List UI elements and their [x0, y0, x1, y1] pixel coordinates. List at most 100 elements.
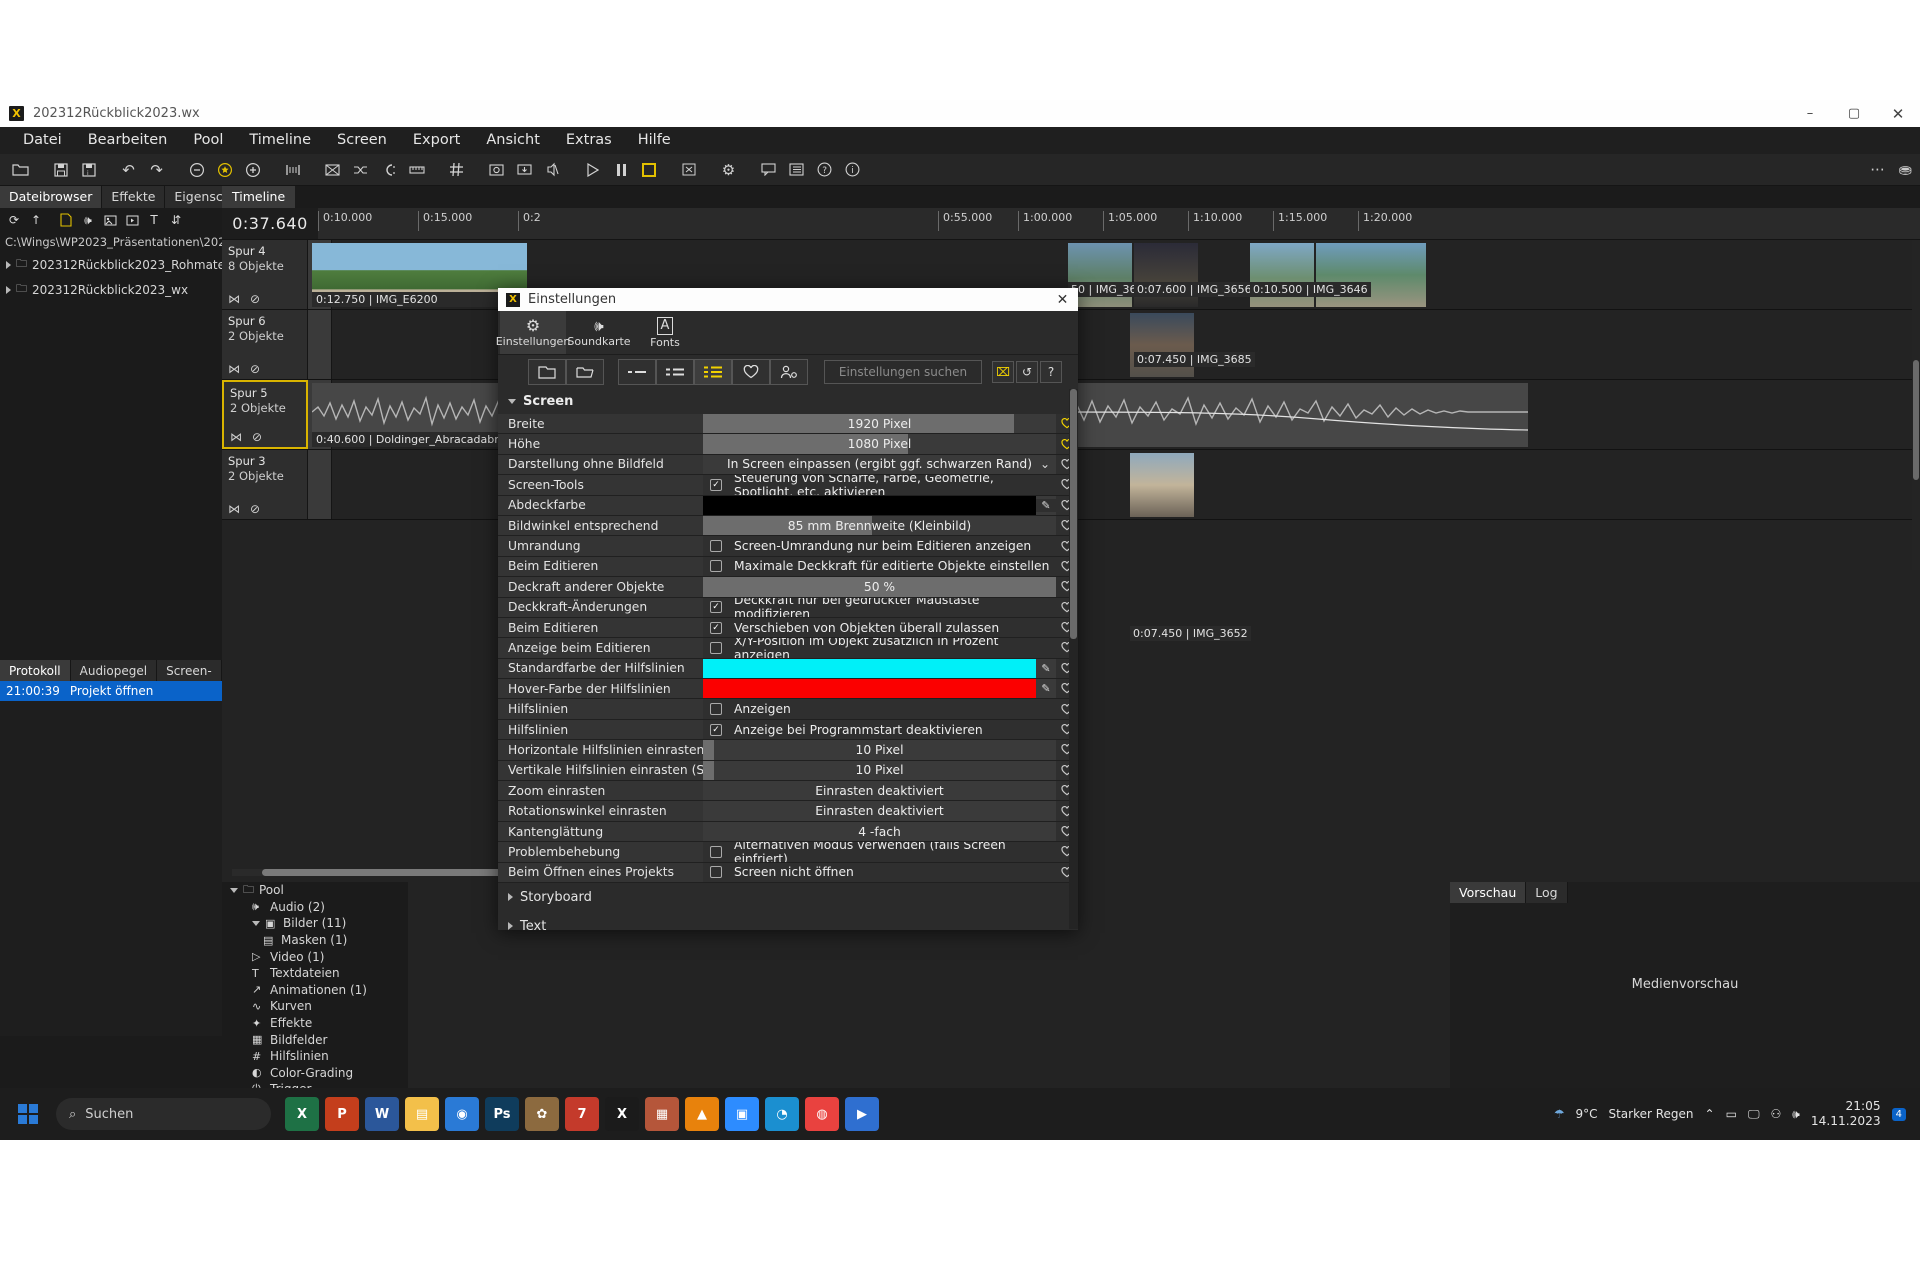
- close-screen-icon[interactable]: [676, 157, 701, 182]
- pool-item[interactable]: ◐ Color-Grading: [222, 1065, 408, 1082]
- search-input[interactable]: Einstellungen suchen: [824, 360, 982, 384]
- stop-icon[interactable]: [636, 157, 661, 182]
- setting-row[interactable]: Beim Editieren Maximale Deckkraft für edi…: [498, 556, 1078, 578]
- track-header[interactable]: Spur 3 2 Objekte ⋈ ⊘: [222, 450, 308, 519]
- menu-item-bearbeiten[interactable]: Bearbeiten: [75, 127, 181, 154]
- taskbar-app-gimp[interactable]: ✿: [525, 1097, 559, 1131]
- open-folder-icon[interactable]: [8, 157, 33, 182]
- maximize-button[interactable]: ▢: [1832, 100, 1876, 127]
- eyedropper-icon[interactable]: ✎: [1036, 498, 1056, 512]
- crossfade-icon[interactable]: [320, 157, 345, 182]
- setting-row[interactable]: Darstellung ohne Bildfeld In Screen einpa…: [498, 454, 1078, 476]
- view-medium-icon[interactable]: [656, 359, 694, 385]
- taskbar-app-vlc[interactable]: ▲: [685, 1097, 719, 1131]
- user-account-icon[interactable]: ⛂: [1899, 160, 1912, 179]
- pool-item[interactable]: ▤ Masken (1): [222, 932, 408, 949]
- setting-row[interactable]: Standardfarbe der Hilfslinien ✎: [498, 658, 1078, 680]
- menu-item-screen[interactable]: Screen: [324, 127, 400, 154]
- zoom-fit-star-icon[interactable]: [212, 157, 237, 182]
- menu-item-ansicht[interactable]: Ansicht: [473, 127, 553, 154]
- timeline-ruler[interactable]: 0:10.000 0:15.000 0:2 0:55.000 1:00.000 1:05.…: [318, 208, 1920, 239]
- checkbox-unchecked[interactable]: [710, 845, 722, 858]
- tab-protokoll[interactable]: Protokoll: [0, 660, 71, 681]
- tray-network-icon[interactable]: ⚇: [1771, 1107, 1782, 1121]
- color-swatch[interactable]: [703, 679, 1036, 699]
- checkbox-checked[interactable]: ✓: [710, 478, 722, 491]
- chevron-down-icon[interactable]: [508, 399, 516, 404]
- taskbar-app-sevenzip[interactable]: 7: [565, 1097, 599, 1131]
- color-swatch[interactable]: [703, 658, 1036, 679]
- setting-value[interactable]: Anzeigen: [703, 699, 1056, 719]
- setting-row[interactable]: Hilfslinien Anzeigen: [498, 699, 1078, 720]
- pool-item[interactable]: # Hilfslinien: [222, 1048, 408, 1065]
- pool-item[interactable]: ▣ Bilder (11): [222, 915, 408, 932]
- tab-audiopegel[interactable]: Audiopegel: [70, 660, 158, 681]
- setting-value[interactable]: Alternativen Modus verwenden (falls Scre…: [703, 842, 1056, 862]
- text-filter-icon[interactable]: T: [144, 210, 164, 230]
- media-clip[interactable]: [1130, 313, 1194, 377]
- media-clip[interactable]: [1250, 243, 1314, 307]
- menu-item-hilfe[interactable]: Hilfe: [625, 127, 684, 154]
- setting-row[interactable]: Umrandung Screen-Umrandung nur beim Editi…: [498, 536, 1078, 557]
- setting-value[interactable]: 10 Pixel: [703, 740, 1056, 760]
- section-header-storyboard[interactable]: Storyboard: [498, 883, 1078, 912]
- setting-value[interactable]: 1080 Pixel: [703, 434, 1056, 454]
- setting-row[interactable]: Screen-Tools ✓ Steuerung von Schärfe, Farb…: [498, 475, 1078, 496]
- tab-screen-tools[interactable]: Screen-Tools: [157, 660, 222, 700]
- setting-value[interactable]: Maximale Deckkraft für editierte Objekte…: [703, 556, 1056, 577]
- tray-device-icon[interactable]: ▭: [1726, 1107, 1737, 1121]
- chevron-down-icon[interactable]: [230, 887, 238, 893]
- eyedropper-icon[interactable]: ✎: [1036, 661, 1056, 675]
- dialog-close-button[interactable]: ✕: [1053, 290, 1072, 309]
- taskbar-app-powerpoint[interactable]: P: [325, 1097, 359, 1131]
- setting-value[interactable]: ✎: [703, 495, 1056, 515]
- refresh-icon[interactable]: ⟳: [4, 210, 24, 230]
- track-mute-icon[interactable]: ⊘: [250, 502, 260, 516]
- pool-item[interactable]: ▷ Video (1): [222, 948, 408, 965]
- undo-icon[interactable]: ↶: [116, 157, 141, 182]
- media-clip[interactable]: [1134, 243, 1198, 307]
- taskbar-app-explorer[interactable]: ▤: [405, 1097, 439, 1131]
- checkbox-checked[interactable]: ✓: [710, 601, 722, 614]
- track-loop-icon[interactable]: ⋈: [228, 362, 240, 376]
- pool-root[interactable]: 🗀 Pool: [222, 882, 408, 899]
- setting-row[interactable]: Abdeckfarbe ✎: [498, 495, 1078, 516]
- menu-item-pool[interactable]: Pool: [180, 127, 236, 154]
- checkbox-unchecked[interactable]: [710, 540, 722, 553]
- view-compact-icon[interactable]: [618, 359, 656, 385]
- menu-item-export[interactable]: Export: [400, 127, 473, 154]
- help-icon[interactable]: ?: [1040, 361, 1062, 383]
- tab-einstellungen[interactable]: ⚙ Einstellungen: [496, 311, 570, 354]
- media-clip[interactable]: 0:12.750 | IMG_E6200: [312, 243, 527, 307]
- tab-vorschau[interactable]: Vorschau: [1450, 882, 1527, 903]
- tab-log[interactable]: Log: [1526, 882, 1568, 903]
- tab-fonts[interactable]: A Fonts: [632, 311, 698, 354]
- setting-value[interactable]: Screen-Umrandung nur beim Editieren anze…: [703, 536, 1056, 556]
- eyedropper-icon[interactable]: ✎: [1036, 682, 1056, 696]
- setting-row[interactable]: Beim Öffnen eines Projekts Screen nicht ö…: [498, 862, 1078, 883]
- setting-value[interactable]: In Screen einpassen (ergibt ggf. schwarz…: [703, 454, 1056, 475]
- track-mute-icon[interactable]: ⊘: [250, 292, 260, 306]
- setting-row[interactable]: Zoom einrasten Einrasten deaktiviert: [498, 781, 1078, 802]
- tree-item[interactable]: 🗀 202312Rückblick2023_Rohmaterial: [0, 252, 244, 277]
- setting-row[interactable]: Vertikale Hilfslinien einrasten (Shift) 1…: [498, 760, 1078, 782]
- chevron-right-icon[interactable]: [6, 285, 11, 294]
- monitor-icon[interactable]: [512, 157, 537, 182]
- setting-value[interactable]: ✓ Anzeige bei Programmstart deaktivieren: [703, 719, 1056, 740]
- taskbar-app-photoshop[interactable]: Ps: [485, 1097, 519, 1131]
- chevron-down-icon[interactable]: [252, 920, 260, 926]
- new-file-icon[interactable]: [56, 210, 76, 230]
- reset-icon[interactable]: ⌧: [992, 361, 1014, 383]
- setting-row[interactable]: Kantenglättung 4 -fach: [498, 821, 1078, 843]
- taskbar-app-zoom[interactable]: ▣: [725, 1097, 759, 1131]
- comment-icon[interactable]: [756, 157, 781, 182]
- setting-value[interactable]: Einrasten deaktiviert: [703, 801, 1056, 821]
- chevron-right-icon[interactable]: [508, 893, 513, 902]
- setting-value[interactable]: 85 mm Brennweite (Kleinbild): [703, 515, 1056, 536]
- color-swatch[interactable]: [703, 495, 1036, 515]
- setting-row[interactable]: Anzeige beim Editieren X/Y-Position im Ob…: [498, 638, 1078, 659]
- user-settings-icon[interactable]: [770, 359, 808, 385]
- tray-monitor-icon[interactable]: 🖵: [1748, 1107, 1760, 1122]
- setting-value[interactable]: ✓ Steuerung von Schärfe, Farbe, Geometrie…: [703, 475, 1056, 495]
- start-button[interactable]: [0, 1104, 56, 1124]
